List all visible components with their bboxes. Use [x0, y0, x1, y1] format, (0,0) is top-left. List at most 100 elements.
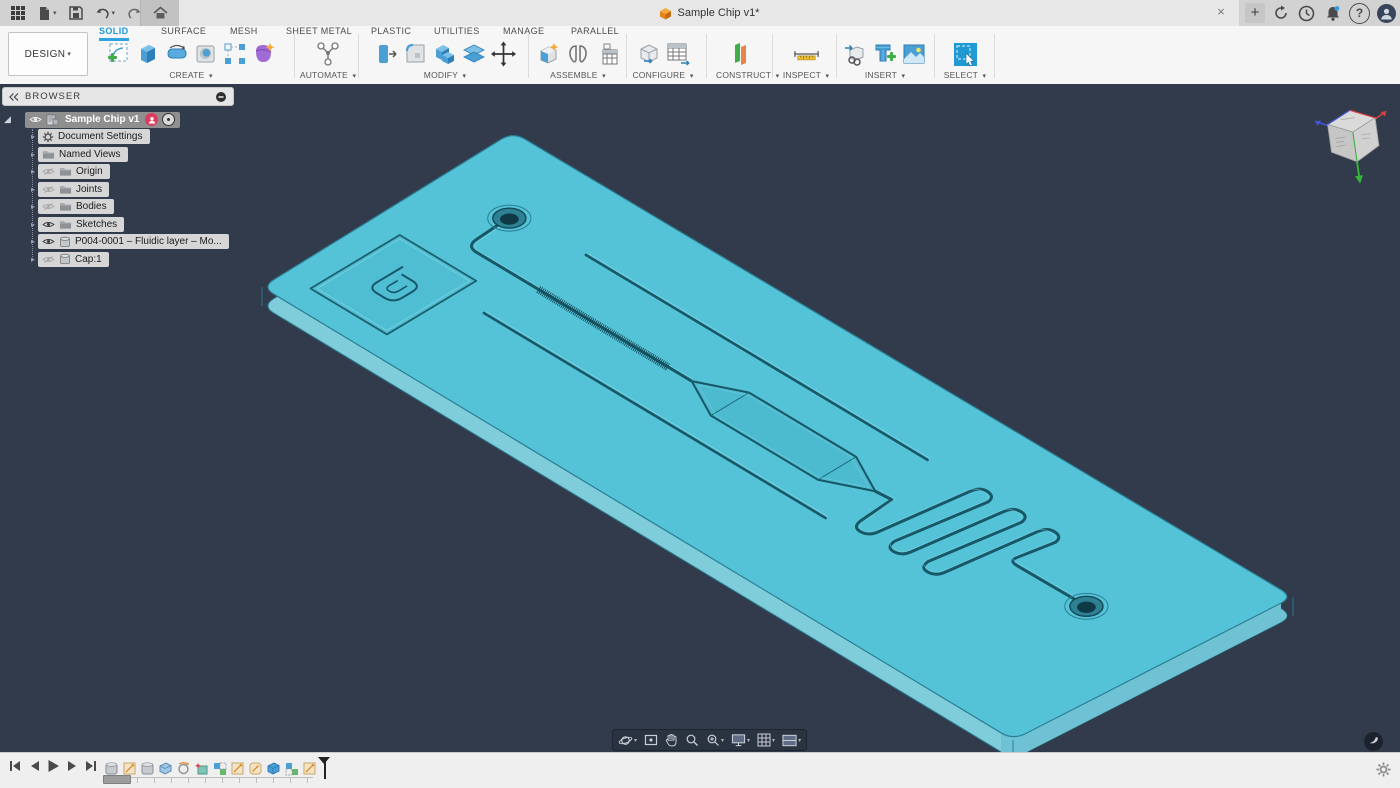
pan-hand-icon[interactable]: [665, 733, 678, 747]
browser-row-origin[interactable]: ▸ Origin: [2, 163, 234, 181]
expand-caret-icon[interactable]: ▸: [28, 167, 38, 176]
fit-icon[interactable]: ▾: [706, 733, 724, 747]
collaborator-badge-icon[interactable]: [145, 113, 158, 126]
select-icon[interactable]: [952, 41, 979, 68]
browser-root-row[interactable]: ◢ Sample Chip v1: [2, 111, 234, 128]
expand-caret-icon[interactable]: ▸: [28, 237, 38, 246]
status-badge-icon[interactable]: [1364, 732, 1383, 751]
canvas-icon[interactable]: [901, 41, 928, 68]
view-cube[interactable]: [1308, 96, 1400, 188]
feature-extrude-icon[interactable]: [157, 760, 173, 776]
browser-row-fluidic-layer[interactable]: ▸ P004-0001 – Fluidic layer – Mo...: [2, 233, 234, 251]
close-tab-icon[interactable]: ×: [1213, 4, 1229, 20]
document-tab[interactable]: Sample Chip v1* ×: [179, 0, 1239, 26]
collapse-all-icon[interactable]: [215, 91, 227, 103]
tab-manage[interactable]: MANAGE: [503, 26, 544, 38]
assemble-menu[interactable]: ASSEMBLE ▾: [534, 70, 622, 80]
tab-plastic[interactable]: PLASTIC: [371, 26, 411, 38]
create-form-icon[interactable]: [250, 41, 277, 68]
revolve-icon[interactable]: [163, 41, 190, 68]
expand-caret-icon[interactable]: ▸: [28, 202, 38, 211]
eye-icon[interactable]: [42, 220, 55, 229]
expand-caret-icon[interactable]: ▸: [28, 132, 38, 141]
look-at-icon[interactable]: [644, 733, 658, 747]
eye-icon[interactable]: [42, 237, 55, 246]
feature-extrude-icon[interactable]: [265, 760, 281, 776]
viewports-icon[interactable]: ▾: [782, 734, 801, 747]
dropdown-caret[interactable]: ▾: [53, 10, 57, 17]
job-status-icon[interactable]: [1297, 4, 1316, 23]
feature-sketch-icon[interactable]: [229, 760, 245, 776]
insert-mesh-icon[interactable]: [872, 41, 899, 68]
feature-sketch-icon[interactable]: [247, 760, 263, 776]
new-file-icon[interactable]: ▾: [34, 2, 61, 24]
sync-icon[interactable]: [1271, 4, 1290, 23]
notifications-bell-icon[interactable]: [1323, 4, 1342, 23]
browser-row-document-settings[interactable]: ▸ Document Settings: [2, 128, 234, 146]
design-selector[interactable]: DESIGN▾: [8, 32, 88, 76]
dropdown-caret[interactable]: ▾: [112, 10, 116, 17]
eye-icon[interactable]: [29, 115, 42, 124]
feature-component-icon[interactable]: [139, 760, 155, 776]
feature-revolve-icon[interactable]: [175, 760, 191, 776]
automate-icon[interactable]: [315, 41, 342, 68]
new-component-icon[interactable]: [536, 41, 563, 68]
expand-caret-icon[interactable]: ▸: [28, 185, 38, 194]
save-icon[interactable]: [65, 2, 87, 24]
feature-pattern-icon[interactable]: [283, 760, 299, 776]
feature-sketch-icon[interactable]: [121, 760, 137, 776]
go-to-end-icon[interactable]: [84, 759, 98, 773]
browser-header[interactable]: BROWSER: [2, 87, 234, 106]
joint-icon[interactable]: [565, 41, 592, 68]
grid-settings-icon[interactable]: ▾: [757, 733, 775, 747]
combine-icon[interactable]: [432, 41, 459, 68]
home-tab[interactable]: [140, 0, 180, 26]
create-menu[interactable]: CREATE ▾: [98, 70, 284, 80]
inspect-menu[interactable]: INSPECT ▾: [782, 70, 830, 80]
play-icon[interactable]: [46, 759, 60, 773]
measure-icon[interactable]: [793, 41, 820, 68]
tab-surface[interactable]: SURFACE: [161, 26, 206, 38]
feature-component-icon[interactable]: [103, 760, 119, 776]
hole-icon[interactable]: [192, 41, 219, 68]
root-component-name[interactable]: Sample Chip v1: [65, 114, 139, 125]
zoom-icon[interactable]: [685, 733, 699, 747]
feature-sketch-icon[interactable]: [301, 760, 317, 776]
rectangular-pattern-icon[interactable]: [221, 41, 248, 68]
timeline-track[interactable]: [103, 777, 313, 783]
eye-off-icon[interactable]: [42, 167, 55, 176]
configuration-icon[interactable]: [635, 41, 662, 68]
automate-menu[interactable]: AUTOMATE ▾: [299, 70, 357, 80]
expand-caret-icon[interactable]: ▸: [28, 255, 38, 264]
eye-off-icon[interactable]: [42, 185, 55, 194]
fillet-icon[interactable]: [403, 41, 430, 68]
tab-sheet-metal[interactable]: SHEET METAL: [286, 26, 352, 38]
modify-menu[interactable]: MODIFY ▾: [366, 70, 524, 80]
bom-icon[interactable]: [594, 41, 621, 68]
timeline-zoom-slider[interactable]: [103, 775, 131, 784]
app-grid-icon[interactable]: [6, 2, 30, 24]
new-tab-button[interactable]: +: [1245, 3, 1265, 23]
expand-caret-icon[interactable]: ▸: [28, 150, 38, 159]
offset-face-icon[interactable]: [461, 41, 488, 68]
browser-row-bodies[interactable]: ▸ Bodies: [2, 198, 234, 216]
feature-pattern-icon[interactable]: [211, 760, 227, 776]
collapse-panel-icon[interactable]: [9, 93, 19, 101]
go-to-start-icon[interactable]: [8, 759, 22, 773]
eye-off-icon[interactable]: [42, 202, 55, 211]
select-menu[interactable]: SELECT ▾: [940, 70, 990, 80]
browser-row-joints[interactable]: ▸ Joints: [2, 181, 234, 199]
browser-row-named-views[interactable]: ▸ Named Views: [2, 146, 234, 164]
tab-mesh[interactable]: MESH: [230, 26, 258, 38]
timeline-marker[interactable]: [320, 757, 330, 779]
insert-derive-icon[interactable]: [843, 41, 870, 68]
move-icon[interactable]: [490, 41, 517, 68]
create-sketch-icon[interactable]: [105, 41, 132, 68]
tab-utilities[interactable]: UTILITIES: [434, 26, 480, 38]
expand-triangle-icon[interactable]: ◢: [4, 114, 16, 125]
step-back-icon[interactable]: [27, 759, 41, 773]
step-forward-icon[interactable]: [65, 759, 79, 773]
activate-component-radio[interactable]: [162, 113, 175, 126]
construction-plane-icon[interactable]: [727, 41, 754, 68]
profile-avatar[interactable]: [1377, 4, 1396, 23]
